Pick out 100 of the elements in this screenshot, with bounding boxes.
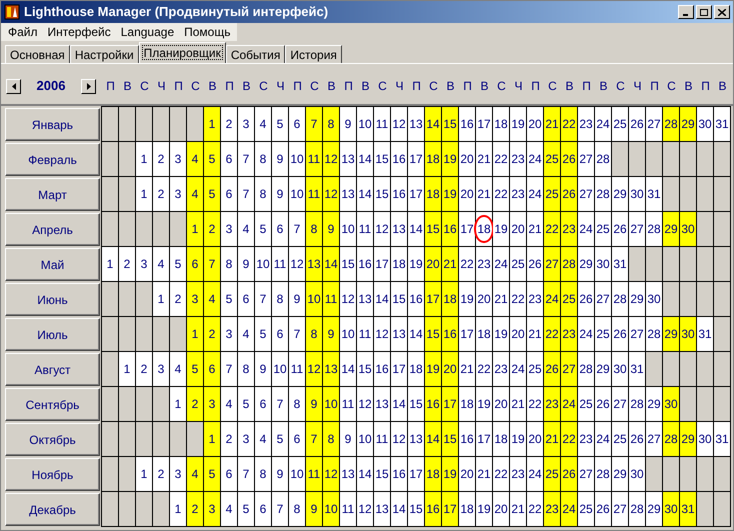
- day-cell[interactable]: 25: [544, 457, 561, 492]
- day-cell[interactable]: 6: [272, 212, 289, 247]
- day-cell[interactable]: 21: [476, 142, 493, 177]
- day-cell[interactable]: 7: [306, 422, 323, 457]
- day-cell[interactable]: 20: [527, 422, 544, 457]
- day-cell[interactable]: 2: [187, 492, 204, 527]
- day-cell[interactable]: 27: [544, 247, 561, 282]
- day-cell[interactable]: 1: [170, 387, 187, 422]
- day-cell[interactable]: 5: [221, 282, 238, 317]
- day-cell[interactable]: 12: [391, 107, 408, 142]
- day-cell[interactable]: 15: [408, 387, 425, 422]
- day-cell[interactable]: 25: [612, 107, 629, 142]
- day-cell[interactable]: 15: [408, 492, 425, 527]
- day-cell[interactable]: 7: [204, 247, 221, 282]
- day-cell[interactable]: 9: [340, 422, 357, 457]
- day-cell[interactable]: 23: [544, 387, 561, 422]
- day-cell[interactable]: 28: [629, 387, 646, 422]
- day-cell[interactable]: 10: [272, 352, 289, 387]
- day-cell[interactable]: 12: [289, 247, 306, 282]
- day-cell[interactable]: 9: [272, 142, 289, 177]
- tab[interactable]: Планировщик: [138, 42, 226, 63]
- day-cell[interactable]: 19: [459, 282, 476, 317]
- day-cell[interactable]: 2: [153, 457, 170, 492]
- day-cell[interactable]: 13: [408, 107, 425, 142]
- month-button[interactable]: Январь: [5, 108, 100, 141]
- day-cell[interactable]: 22: [510, 282, 527, 317]
- day-cell[interactable]: 11: [306, 457, 323, 492]
- day-cell[interactable]: 25: [612, 422, 629, 457]
- day-cell[interactable]: 30: [595, 247, 612, 282]
- day-cell[interactable]: 10: [323, 492, 340, 527]
- day-cell[interactable]: 14: [408, 317, 425, 352]
- day-cell[interactable]: 8: [238, 352, 255, 387]
- day-cell[interactable]: 3: [170, 457, 187, 492]
- day-cell[interactable]: 9: [255, 352, 272, 387]
- day-cell[interactable]: 31: [714, 422, 731, 457]
- day-cell[interactable]: 25: [595, 317, 612, 352]
- day-cell[interactable]: 11: [357, 317, 374, 352]
- day-cell[interactable]: 28: [663, 422, 680, 457]
- day-cell[interactable]: 31: [646, 177, 663, 212]
- day-cell[interactable]: 24: [510, 352, 527, 387]
- day-cell[interactable]: 4: [238, 317, 255, 352]
- day-cell[interactable]: 13: [323, 352, 340, 387]
- day-cell[interactable]: 18: [425, 457, 442, 492]
- day-cell[interactable]: 8: [306, 317, 323, 352]
- day-cell[interactable]: 24: [578, 212, 595, 247]
- day-cell[interactable]: 19: [442, 177, 459, 212]
- day-cell[interactable]: 26: [595, 387, 612, 422]
- day-cell[interactable]: 10: [306, 282, 323, 317]
- day-cell[interactable]: 27: [578, 457, 595, 492]
- day-cell[interactable]: 1: [170, 492, 187, 527]
- day-cell[interactable]: 28: [612, 282, 629, 317]
- day-cell[interactable]: 1: [204, 107, 221, 142]
- day-cell[interactable]: 9: [238, 247, 255, 282]
- day-cell[interactable]: 29: [612, 177, 629, 212]
- day-cell[interactable]: 3: [204, 492, 221, 527]
- day-cell[interactable]: 7: [289, 212, 306, 247]
- day-cell[interactable]: 18: [493, 422, 510, 457]
- day-cell[interactable]: 23: [527, 282, 544, 317]
- day-cell[interactable]: 24: [561, 492, 578, 527]
- day-cell[interactable]: 3: [221, 317, 238, 352]
- day-cell[interactable]: 21: [544, 107, 561, 142]
- menu-item[interactable]: Помощь: [179, 23, 236, 41]
- day-cell[interactable]: 8: [221, 247, 238, 282]
- day-cell[interactable]: 18: [425, 177, 442, 212]
- day-cell[interactable]: 16: [391, 142, 408, 177]
- day-cell[interactable]: 6: [204, 352, 221, 387]
- day-cell[interactable]: 12: [357, 387, 374, 422]
- day-cell[interactable]: 1: [136, 142, 153, 177]
- day-cell[interactable]: 8: [323, 422, 340, 457]
- day-cell[interactable]: 19: [493, 317, 510, 352]
- day-cell[interactable]: 17: [476, 422, 493, 457]
- day-cell[interactable]: 3: [153, 352, 170, 387]
- day-cell[interactable]: 25: [578, 492, 595, 527]
- day-cell[interactable]: 18: [493, 107, 510, 142]
- month-button[interactable]: Июнь: [5, 283, 100, 316]
- day-cell[interactable]: 28: [561, 247, 578, 282]
- day-cell[interactable]: 27: [612, 492, 629, 527]
- day-cell[interactable]: 15: [425, 212, 442, 247]
- day-cell[interactable]: 27: [646, 422, 663, 457]
- day-cell[interactable]: 11: [340, 492, 357, 527]
- day-cell[interactable]: 20: [442, 352, 459, 387]
- day-cell[interactable]: 6: [255, 492, 272, 527]
- day-cell[interactable]: 22: [527, 387, 544, 422]
- day-cell[interactable]: 20: [527, 107, 544, 142]
- month-button[interactable]: Октябрь: [5, 423, 100, 456]
- day-cell[interactable]: 17: [459, 212, 476, 247]
- day-cell[interactable]: 8: [289, 387, 306, 422]
- day-cell[interactable]: 2: [119, 247, 136, 282]
- day-cell[interactable]: 20: [510, 317, 527, 352]
- day-cell[interactable]: 9: [272, 177, 289, 212]
- day-cell[interactable]: 20: [493, 492, 510, 527]
- day-cell[interactable]: 3: [238, 422, 255, 457]
- day-cell[interactable]: 21: [544, 422, 561, 457]
- menu-item[interactable]: Интерфейс: [42, 23, 116, 41]
- day-cell[interactable]: 24: [527, 457, 544, 492]
- day-cell[interactable]: 30: [663, 387, 680, 422]
- day-cell[interactable]: 26: [527, 247, 544, 282]
- day-cell[interactable]: 17: [425, 282, 442, 317]
- day-cell[interactable]: 26: [561, 177, 578, 212]
- month-button[interactable]: Май: [5, 248, 100, 281]
